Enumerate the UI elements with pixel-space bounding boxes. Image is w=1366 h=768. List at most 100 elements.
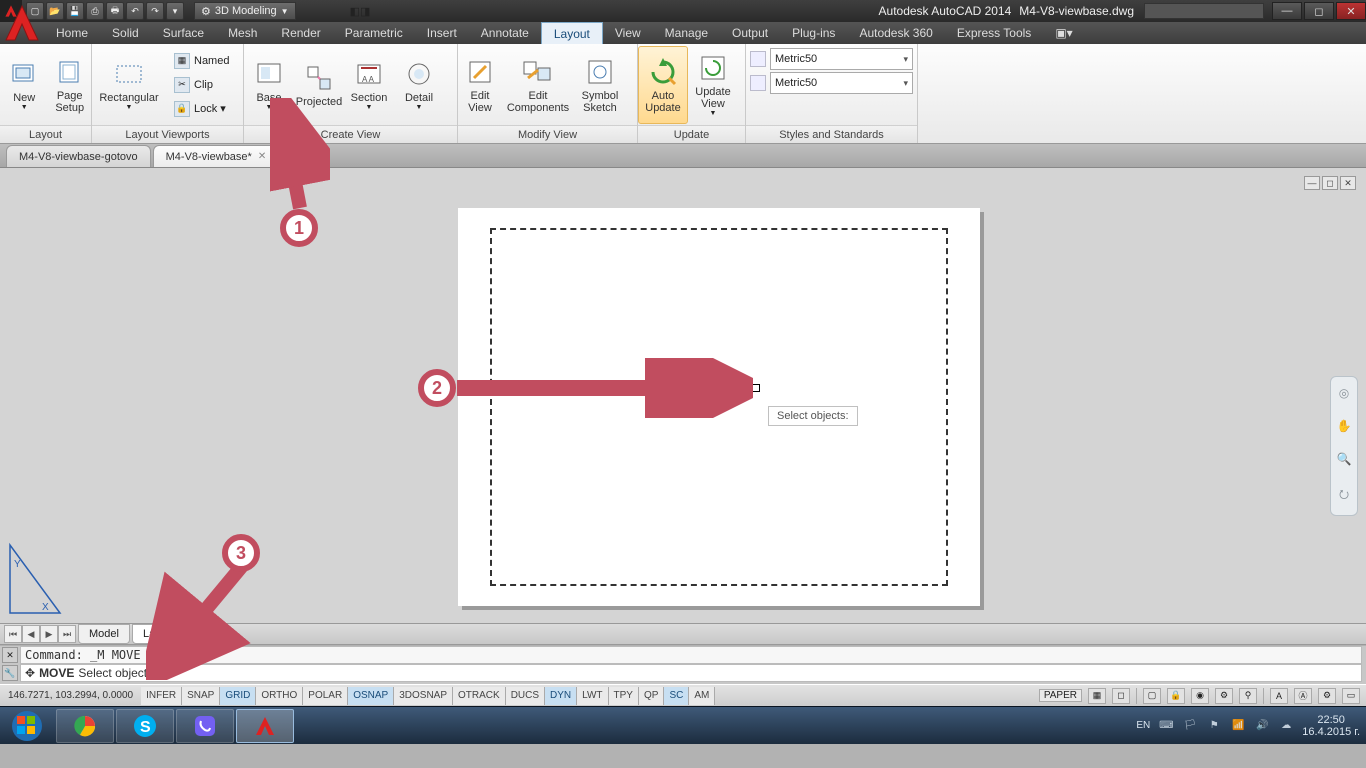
menu-home[interactable]: Home <box>44 22 100 44</box>
qat-saveas-icon[interactable]: ⎙ <box>86 2 104 20</box>
toggle-sc[interactable]: SC <box>664 687 689 705</box>
toggle-snap[interactable]: SNAP <box>182 687 220 705</box>
layout-nav-prev[interactable]: ◀ <box>22 625 40 643</box>
tray-keyboard-icon[interactable]: ⌨ <box>1158 718 1174 734</box>
new-layout-button[interactable]: New ▼ <box>0 46 48 124</box>
menu-solid[interactable]: Solid <box>100 22 151 44</box>
minimize-button[interactable]: — <box>1272 2 1302 20</box>
tray-lang[interactable]: EN <box>1136 720 1150 731</box>
toggle-grid[interactable]: GRID <box>220 687 256 705</box>
viewport-close-icon[interactable]: ✕ <box>1340 176 1356 190</box>
toggle-ortho[interactable]: ORTHO <box>256 687 303 705</box>
toggle-ducs[interactable]: DUCS <box>506 687 545 705</box>
qat-ext1-icon[interactable]: ◧ <box>350 5 360 18</box>
qat-open-icon[interactable]: 📂 <box>46 2 64 20</box>
detail-view-button[interactable]: Detail ▼ <box>394 46 444 124</box>
status-annoscale-icon[interactable]: A <box>1270 688 1288 704</box>
menu-render[interactable]: Render <box>269 22 332 44</box>
tray-action-icon[interactable]: ⚑ <box>1206 718 1222 734</box>
menu-expresstools[interactable]: Express Tools <box>945 22 1043 44</box>
navigation-bar[interactable]: ◎ ✋ 🔍 ⭮ <box>1330 376 1358 516</box>
section-view-button[interactable]: A A Section ▼ <box>344 46 394 124</box>
qat-undo-icon[interactable]: ↶ <box>126 2 144 20</box>
status-maxvp-icon[interactable]: ◻ <box>1112 688 1130 704</box>
qat-save-icon[interactable]: 💾 <box>66 2 84 20</box>
status-annovis-icon[interactable]: Ⓐ <box>1294 688 1312 704</box>
maximize-button[interactable]: ◻ <box>1304 2 1334 20</box>
toggle-am[interactable]: AM <box>689 687 715 705</box>
menu-annotate[interactable]: Annotate <box>469 22 541 44</box>
page-setup-button[interactable]: Page Setup <box>48 46 91 124</box>
menu-layout[interactable]: Layout <box>541 22 603 44</box>
nav-zoom-icon[interactable]: 🔍 <box>1337 452 1352 466</box>
tray-flag-icon[interactable]: 🏳 <box>1182 718 1198 734</box>
close-button[interactable]: ✕ <box>1336 2 1366 20</box>
taskbar-skype[interactable]: S <box>116 709 174 743</box>
taskbar-chrome[interactable] <box>56 709 114 743</box>
edit-components-button[interactable]: Edit Components <box>502 46 574 124</box>
menu-manage[interactable]: Manage <box>653 22 720 44</box>
layout-nav-first[interactable]: ⏮ <box>4 625 22 643</box>
tray-speaker-icon[interactable]: 🔊 <box>1254 718 1270 734</box>
qat-ext2-icon[interactable]: ◨ <box>360 5 370 18</box>
tray-cloud-icon[interactable]: ☁ <box>1278 718 1294 734</box>
rectangular-viewport-button[interactable]: Rectangular ▼ <box>92 46 166 124</box>
taskbar-autocad[interactable] <box>236 709 294 743</box>
status-lock-icon[interactable]: 🔒 <box>1167 688 1185 704</box>
title-search[interactable] <box>1144 3 1264 19</box>
cmd-options-icon[interactable]: 🔧 <box>2 665 18 681</box>
toggle-polar[interactable]: POLAR <box>303 687 348 705</box>
toggle-osnap[interactable]: OSNAP <box>348 687 394 705</box>
named-viewports-button[interactable]: ▦Named <box>170 50 233 72</box>
status-ws-icon[interactable]: ⚙ <box>1318 688 1336 704</box>
menu-mesh[interactable]: Mesh <box>216 22 269 44</box>
doctab-active[interactable]: M4-V8-viewbase* ✕ <box>153 145 280 167</box>
lock-viewport-button[interactable]: 🔒Lock ▾ <box>170 98 233 120</box>
qat-redo-icon[interactable]: ↷ <box>146 2 164 20</box>
menu-autodesk360[interactable]: Autodesk 360 <box>847 22 944 44</box>
doctab-inactive[interactable]: M4-V8-viewbase-gotovo <box>6 145 151 167</box>
edit-view-button[interactable]: Edit View <box>458 46 502 124</box>
viewport-maximize-icon[interactable]: ◻ <box>1322 176 1338 190</box>
nav-fullnav-icon[interactable]: ◎ <box>1339 386 1349 400</box>
application-menu-button[interactable] <box>2 4 42 44</box>
status-isoobj-icon[interactable]: ◉ <box>1191 688 1209 704</box>
menu-overflow-icon[interactable]: ▣▾ <box>1043 22 1084 44</box>
toggle-qp[interactable]: QP <box>639 687 664 705</box>
status-annomon-icon[interactable]: ⚲ <box>1239 688 1257 704</box>
nav-pan-icon[interactable]: ✋ <box>1337 419 1352 433</box>
menu-surface[interactable]: Surface <box>151 22 216 44</box>
taskbar-viber[interactable] <box>176 709 234 743</box>
detail-style-dropdown[interactable]: Metric50 <box>770 72 913 94</box>
status-hwa-icon[interactable]: ⚙ <box>1215 688 1233 704</box>
nav-orbit-icon[interactable]: ⭮ <box>1339 485 1349 506</box>
cmd-close-icon[interactable]: ✕ <box>2 647 18 663</box>
viewport-minimize-icon[interactable]: — <box>1304 176 1320 190</box>
toggle-dyn[interactable]: DYN <box>545 687 577 705</box>
qat-plot-icon[interactable]: 🖶 <box>106 2 124 20</box>
status-clean-icon[interactable]: ▭ <box>1342 688 1360 704</box>
symbol-sketch-button[interactable]: Symbol Sketch <box>574 46 626 124</box>
start-button[interactable] <box>0 707 54 745</box>
status-quickprops-icon[interactable]: ▢ <box>1143 688 1161 704</box>
menu-plugins[interactable]: Plug-ins <box>780 22 847 44</box>
workspace-selector[interactable]: ⚙ 3D Modeling ▼ <box>194 2 296 20</box>
update-view-button[interactable]: Update View ▼ <box>688 46 738 124</box>
section-style-dropdown[interactable]: Metric50 <box>770 48 913 70</box>
qat-more-icon[interactable]: ▾ <box>166 2 184 20</box>
tray-clock[interactable]: 22:50 16.4.2015 г. <box>1302 714 1360 738</box>
space-label[interactable]: PAPER <box>1039 689 1082 702</box>
menu-output[interactable]: Output <box>720 22 780 44</box>
layouttab-model[interactable]: Model <box>78 624 130 644</box>
toggle-tpy[interactable]: TPY <box>609 687 639 705</box>
auto-update-button[interactable]: Auto Update <box>638 46 688 124</box>
menu-parametric[interactable]: Parametric <box>333 22 415 44</box>
toggle-infer[interactable]: INFER <box>141 687 182 705</box>
status-grid-icon[interactable]: ▦ <box>1088 688 1106 704</box>
tray-net-icon[interactable]: 📶 <box>1230 718 1246 734</box>
layout-nav-last[interactable]: ⏭ <box>58 625 76 643</box>
menu-insert[interactable]: Insert <box>415 22 469 44</box>
layout-nav-next[interactable]: ▶ <box>40 625 58 643</box>
clip-viewport-button[interactable]: ✂Clip <box>170 74 233 96</box>
toggle-lwt[interactable]: LWT <box>577 687 608 705</box>
